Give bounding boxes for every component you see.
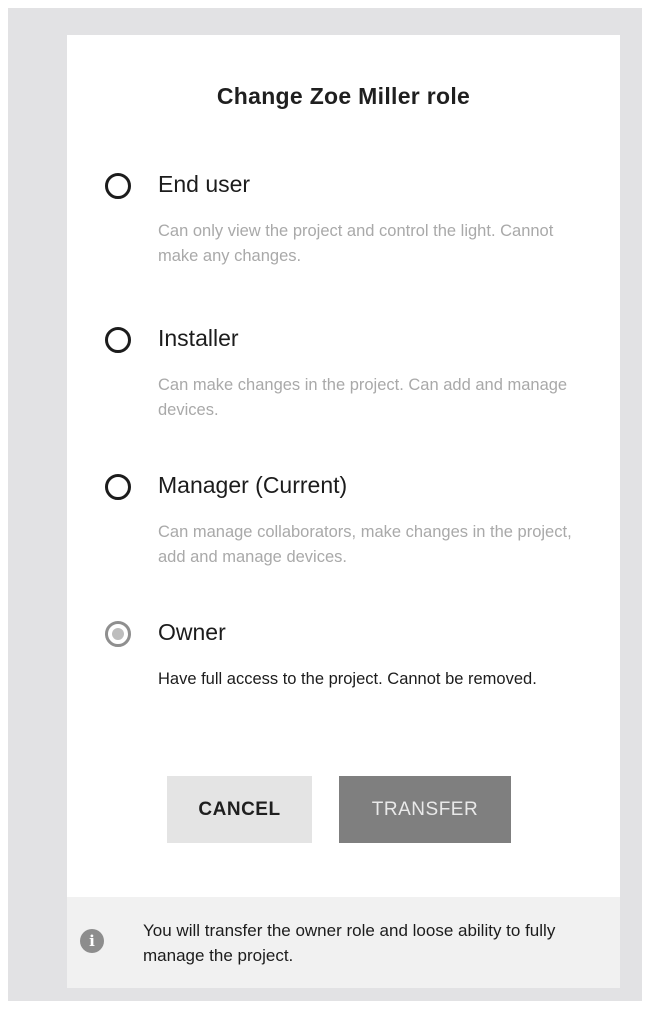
role-label-installer[interactable]: Installer xyxy=(158,325,239,352)
role-label-end-user[interactable]: End user xyxy=(158,171,250,198)
radio-end-user[interactable] xyxy=(105,173,131,199)
info-message: You will transfer the owner role and loo… xyxy=(143,921,556,965)
role-description-owner: Have full access to the project. Cannot … xyxy=(158,670,537,688)
transfer-button[interactable]: TRANSFER xyxy=(339,776,511,843)
role-description-end-user: Can only view the project and control th… xyxy=(158,222,554,265)
radio-owner-selected[interactable] xyxy=(105,621,131,647)
info-icon: i xyxy=(80,929,104,953)
change-role-dialog: Change Zoe Miller role End user Can only… xyxy=(67,35,620,988)
role-label-manager[interactable]: Manager (Current) xyxy=(158,472,347,499)
dialog-title: Change Zoe Miller role xyxy=(216,83,471,109)
radio-installer[interactable] xyxy=(105,327,131,353)
role-description-manager: Can manage collaborators, make changes i… xyxy=(158,523,572,566)
role-label-owner[interactable]: Owner xyxy=(158,619,226,646)
cancel-button[interactable]: CANCEL xyxy=(167,776,312,843)
radio-selected-dot xyxy=(112,628,124,640)
role-description-installer: Can make changes in the project. Can add… xyxy=(158,376,568,419)
info-banner: i You will transfer the owner role and l… xyxy=(67,897,620,988)
screen-frame: Change Zoe Miller role End user Can only… xyxy=(8,8,642,1001)
radio-manager[interactable] xyxy=(105,474,131,500)
